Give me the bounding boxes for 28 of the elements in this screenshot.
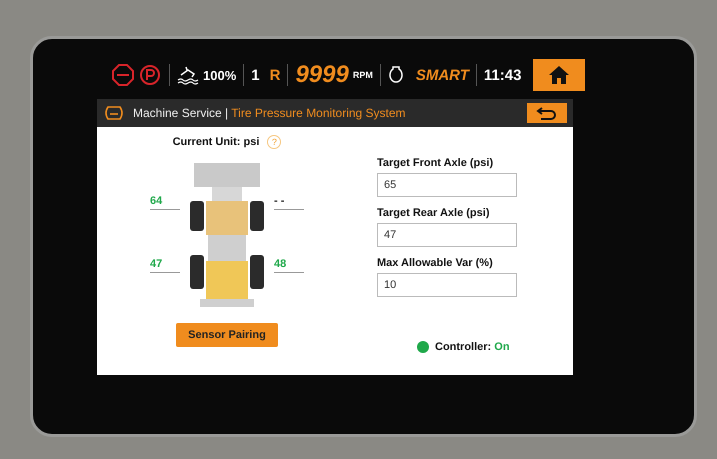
input-field[interactable]: 65 xyxy=(377,173,517,197)
gear-number: 1 xyxy=(251,66,260,84)
current-unit-label: Current Unit: psi xyxy=(172,136,260,148)
parking-brake-icon xyxy=(138,64,162,86)
tire-pressure-reading: 64 xyxy=(150,195,180,210)
gear-direction: R xyxy=(270,66,280,84)
fluid-percent: 100% xyxy=(203,68,236,82)
mode-label: SMART xyxy=(416,66,469,84)
clock: 11:43 xyxy=(484,66,522,84)
stop-icon xyxy=(112,64,134,86)
input-field[interactable]: 10 xyxy=(377,273,517,297)
sensor-pairing-button[interactable]: Sensor Pairing xyxy=(176,323,278,347)
tire-pressure-reading: - - xyxy=(274,195,304,210)
rpm-value: 9999 xyxy=(295,61,349,89)
back-button[interactable] xyxy=(527,103,567,123)
tire-pressure-reading: 47 xyxy=(150,258,180,273)
tire-pressure-reading: 48 xyxy=(274,258,304,273)
field-label: Target Front Axle (psi) xyxy=(377,157,494,169)
rpm-unit: RPM xyxy=(352,70,373,80)
home-button[interactable] xyxy=(533,59,586,91)
back-arrow-icon xyxy=(536,106,558,120)
field-label: Target Rear Axle (psi) xyxy=(377,207,490,219)
fluid-level-icon xyxy=(177,65,199,85)
home-icon xyxy=(548,65,570,85)
controller-status: Controller: On xyxy=(435,341,510,353)
input-field[interactable]: 47 xyxy=(377,223,517,247)
field-label: Max Allowable Var (%) xyxy=(377,257,494,269)
breadcrumb: Machine Service | Tire Pressure Monitoring System xyxy=(133,106,407,120)
